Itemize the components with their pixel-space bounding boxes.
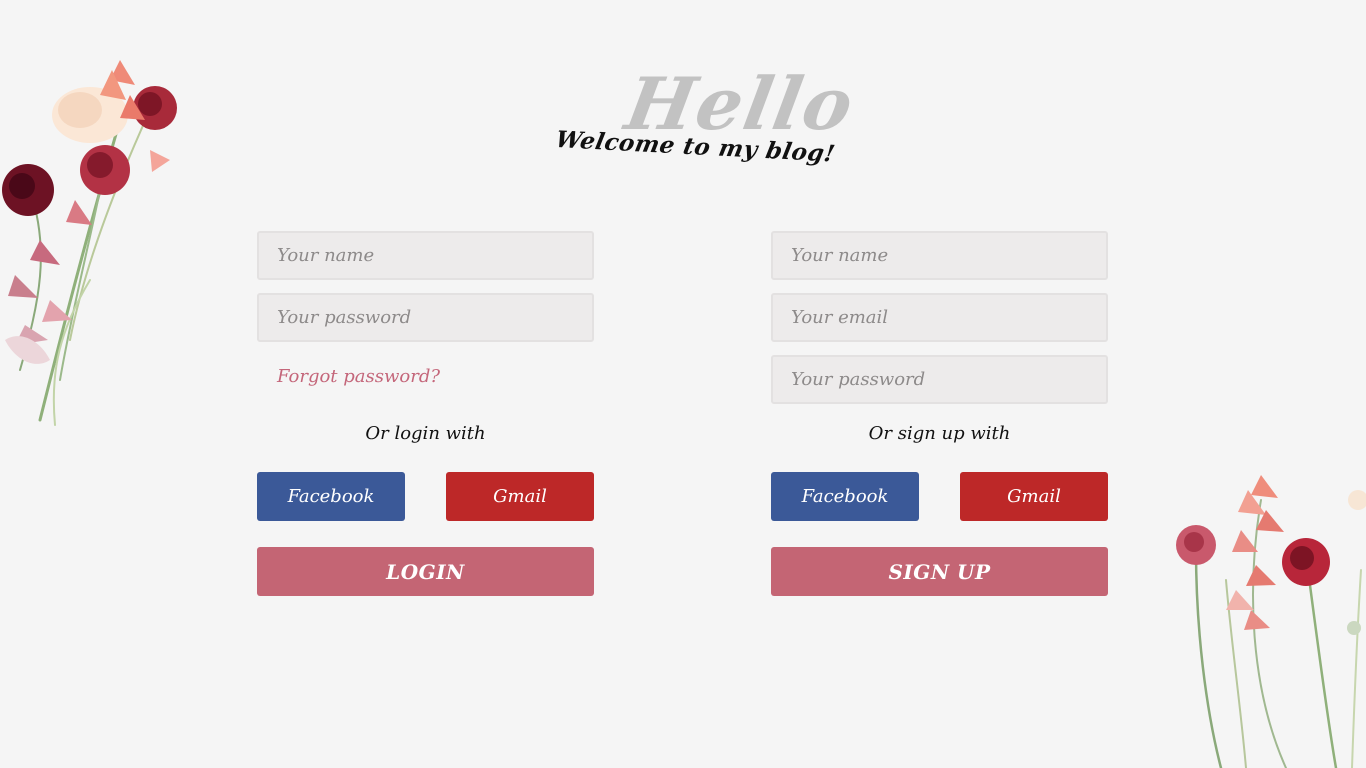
- hello-heading: Hello: [619, 61, 862, 146]
- signup-button[interactable]: SIGN UP: [771, 547, 1108, 596]
- login-button[interactable]: LOGIN: [257, 547, 594, 596]
- floral-decoration-right: [1176, 475, 1366, 768]
- login-password-input[interactable]: [257, 293, 594, 342]
- signup-social-row: Facebook Gmail: [771, 472, 1108, 521]
- login-name-input[interactable]: [257, 231, 594, 280]
- login-signup-page: Hello Welcome to my blog! Forgot passwor…: [0, 0, 1366, 768]
- signup-facebook-button[interactable]: Facebook: [771, 472, 919, 521]
- login-gmail-button[interactable]: Gmail: [446, 472, 594, 521]
- login-facebook-button[interactable]: Facebook: [257, 472, 405, 521]
- floral-decoration-left: [2, 60, 177, 426]
- login-or-text: Or login with: [365, 423, 486, 444]
- forgot-password-link[interactable]: Forgot password?: [277, 366, 594, 390]
- signup-name-input[interactable]: [771, 231, 1108, 280]
- signup-email-input[interactable]: [771, 293, 1108, 342]
- login-social-row: Facebook Gmail: [257, 472, 594, 521]
- signup-form: Or sign up with Facebook Gmail SIGN UP: [771, 231, 1108, 596]
- signup-gmail-button[interactable]: Gmail: [960, 472, 1108, 521]
- signup-password-input[interactable]: [771, 355, 1108, 404]
- signup-or-text: Or sign up with: [868, 423, 1011, 444]
- login-form: Forgot password? Or login with Facebook …: [257, 231, 594, 596]
